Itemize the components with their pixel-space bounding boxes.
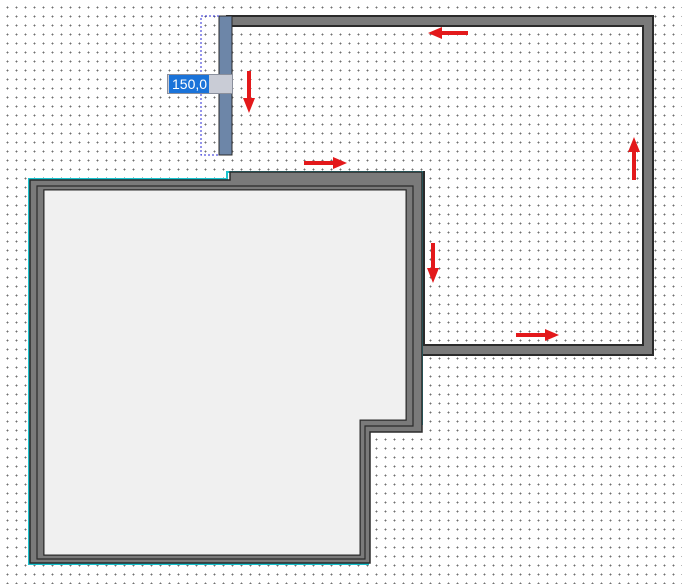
arrow-right-icon: [304, 157, 347, 169]
dimension-value[interactable]: 150,0: [169, 75, 210, 93]
arrow-down-icon: [243, 71, 255, 113]
arrow-left-icon: [428, 27, 468, 39]
arrow-up-icon: [628, 137, 640, 180]
floor-plan: [28, 15, 654, 565]
arrow-right-icon: [516, 329, 559, 341]
arrow-down-icon: [427, 243, 439, 283]
room-floor[interactable]: [43, 189, 407, 556]
dimension-input[interactable]: 150,0: [167, 74, 233, 94]
